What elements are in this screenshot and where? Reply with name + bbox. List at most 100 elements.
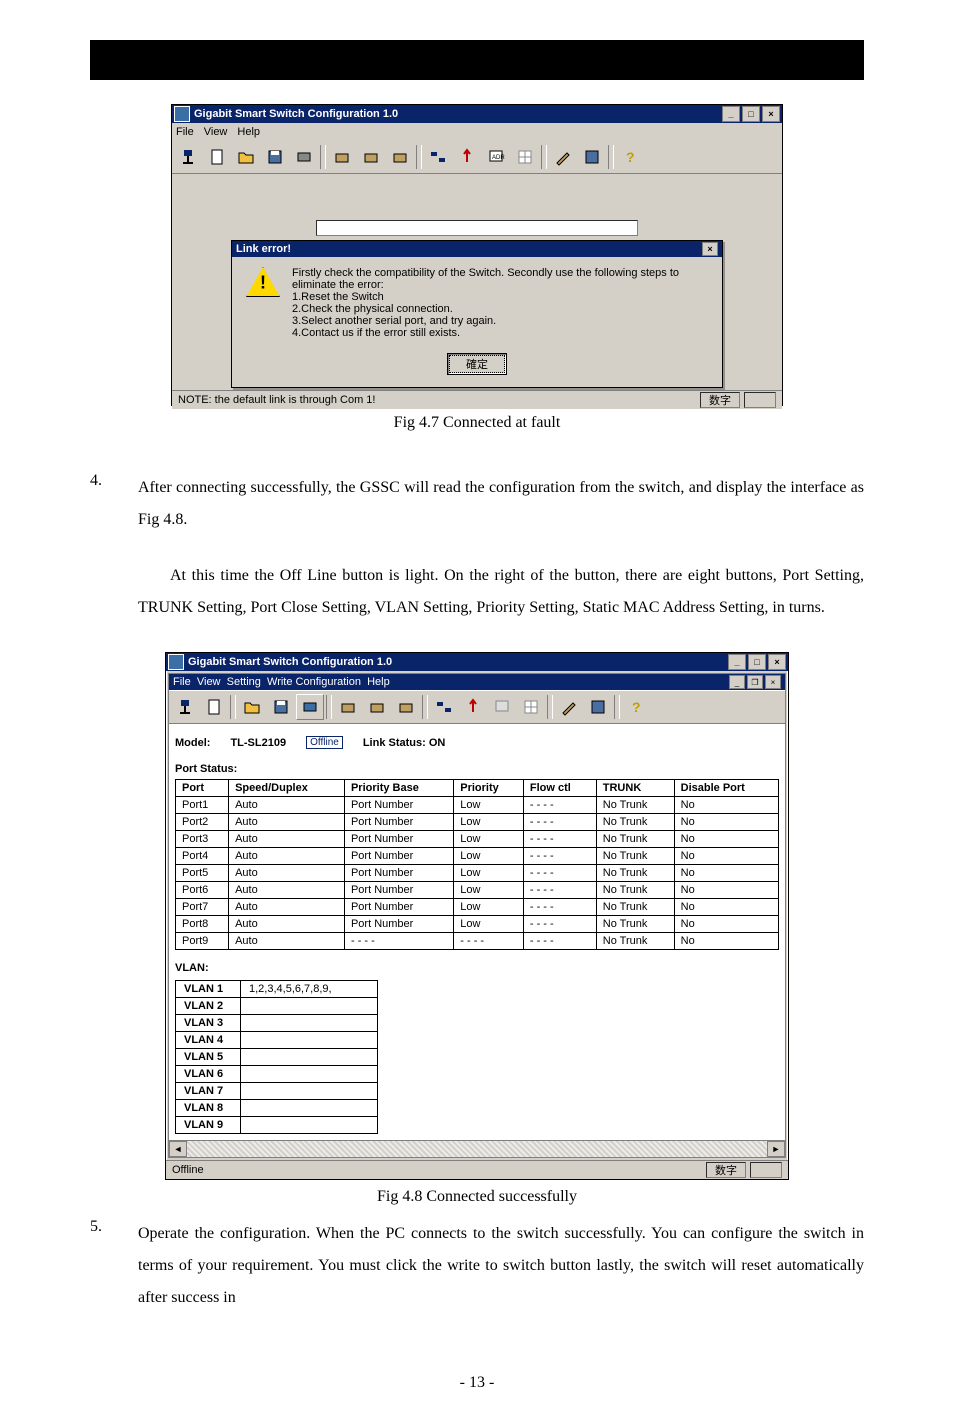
table-row[interactable]: VLAN 8: [176, 1100, 378, 1117]
toolbar-port-close-icon[interactable]: [386, 144, 414, 170]
dialog-titlebar[interactable]: Link error! ×: [232, 241, 722, 257]
scroll-left-icon[interactable]: ◄: [169, 1141, 187, 1157]
horizontal-scrollbar[interactable]: ◄ ►: [169, 1140, 785, 1157]
toolbar-trunk-setting-icon[interactable]: [357, 144, 385, 170]
minimize-button[interactable]: _: [722, 106, 740, 122]
child-restore-button[interactable]: ❐: [747, 675, 763, 689]
header-black-bar: [90, 40, 864, 80]
screenshot-connected-ok: Gigabit Smart Switch Configuration 1.0 _…: [165, 652, 789, 1180]
menu-help[interactable]: Help: [367, 676, 390, 688]
toolbar-new-icon[interactable]: [203, 144, 231, 170]
progress-bar: [316, 220, 638, 236]
toolbar-trunk-setting-icon[interactable]: [363, 694, 391, 720]
table-row[interactable]: VLAN 3: [176, 1015, 378, 1032]
window-title: Gigabit Smart Switch Configuration 1.0: [194, 108, 398, 120]
toolbar-wizard-icon[interactable]: [555, 694, 583, 720]
app-icon: [168, 654, 184, 670]
table-row[interactable]: Port4AutoPort NumberLow- - - -No TrunkNo: [176, 848, 779, 865]
toolbar-priority-icon[interactable]: [459, 694, 487, 720]
menu-file[interactable]: File: [173, 676, 191, 688]
status-bar: Offline 数字: [166, 1160, 788, 1179]
status-mode: 数字: [706, 1162, 746, 1178]
window-titlebar[interactable]: Gigabit Smart Switch Configuration 1.0 _…: [172, 105, 782, 123]
toolbar-priority-icon[interactable]: [453, 144, 481, 170]
toolbar-offline-button[interactable]: [296, 694, 324, 720]
window-titlebar[interactable]: Gigabit Smart Switch Configuration 1.0 _…: [166, 653, 788, 671]
status-bar: NOTE: the default link is through Com 1!…: [172, 390, 782, 409]
scroll-track[interactable]: [187, 1141, 767, 1157]
toolbar-write-icon[interactable]: [578, 144, 606, 170]
toolbar-save-icon[interactable]: [261, 144, 289, 170]
toolbar-offline-icon[interactable]: [290, 144, 318, 170]
menubar: File View Help: [172, 123, 782, 141]
status-note: NOTE: the default link is through Com 1!: [178, 394, 375, 406]
menu-file[interactable]: File: [176, 126, 194, 138]
child-minimize-button[interactable]: _: [729, 675, 745, 689]
link-status-label: Link Status:: [363, 737, 426, 749]
table-row[interactable]: Port5AutoPort NumberLow- - - -No TrunkNo: [176, 865, 779, 882]
table-row[interactable]: VLAN 2: [176, 998, 378, 1015]
status-grip: [750, 1162, 782, 1178]
app-icon: [174, 106, 190, 122]
toolbar-vlan-icon[interactable]: [424, 144, 452, 170]
toolbar-wizard-icon[interactable]: [549, 144, 577, 170]
table-row[interactable]: Port2AutoPort NumberLow- - - -No TrunkNo: [176, 814, 779, 831]
window-title: Gigabit Smart Switch Configuration 1.0: [188, 656, 392, 668]
toolbar-new-icon[interactable]: [200, 694, 228, 720]
toolbar-port-setting-icon[interactable]: [328, 144, 356, 170]
close-button[interactable]: ×: [768, 654, 786, 670]
menu-help[interactable]: Help: [237, 126, 260, 138]
toolbar-mac-icon[interactable]: ADR: [482, 144, 510, 170]
table-row[interactable]: VLAN 9: [176, 1117, 378, 1134]
port-status-table: PortSpeed/DuplexPriority BasePriorityFlo…: [175, 779, 779, 950]
toolbar-port-close-icon[interactable]: [392, 694, 420, 720]
screenshot-link-error: Gigabit Smart Switch Configuration 1.0 _…: [171, 104, 783, 406]
table-header: Port: [176, 780, 229, 797]
table-row[interactable]: VLAN 11,2,3,4,5,6,7,8,9,: [176, 981, 378, 998]
toolbar-mac-icon[interactable]: [488, 694, 516, 720]
toolbar-vlan-icon[interactable]: [430, 694, 458, 720]
menu-write-configuration[interactable]: Write Configuration: [267, 676, 361, 688]
toolbar-open-icon[interactable]: [238, 694, 266, 720]
maximize-button[interactable]: □: [748, 654, 766, 670]
close-button[interactable]: ×: [762, 106, 780, 122]
maximize-button[interactable]: □: [742, 106, 760, 122]
model-value: TL-SL2109: [230, 737, 286, 749]
toolbar-open-icon[interactable]: [232, 144, 260, 170]
paragraph-step-4: After connecting successfully, the GSSC …: [138, 472, 864, 536]
dialog-ok-button[interactable]: 確定: [447, 353, 507, 375]
table-row[interactable]: Port9Auto- - - -- - - -- - - -No TrunkNo: [176, 933, 779, 950]
scroll-right-icon[interactable]: ►: [767, 1141, 785, 1157]
toolbar-connect-icon[interactable]: [174, 144, 202, 170]
table-row[interactable]: Port8AutoPort NumberLow- - - -No TrunkNo: [176, 916, 779, 933]
table-row[interactable]: Port3AutoPort NumberLow- - - -No TrunkNo: [176, 831, 779, 848]
table-row[interactable]: Port6AutoPort NumberLow- - - -No TrunkNo: [176, 882, 779, 899]
table-row[interactable]: VLAN 7: [176, 1083, 378, 1100]
dialog-message: Firstly check the compatibility of the S…: [292, 267, 708, 339]
minimize-button[interactable]: _: [728, 654, 746, 670]
child-close-button[interactable]: ×: [765, 675, 781, 689]
table-row[interactable]: VLAN 6: [176, 1066, 378, 1083]
table-row[interactable]: VLAN 4: [176, 1032, 378, 1049]
toolbar-help-icon[interactable]: ?: [622, 694, 650, 720]
toolbar-write-icon[interactable]: [584, 694, 612, 720]
status-mode: 数字: [700, 392, 740, 408]
child-window-titlebar[interactable]: File View Setting Write Configuration He…: [169, 674, 785, 690]
dialog-close-button[interactable]: ×: [702, 242, 718, 256]
table-row[interactable]: Port1AutoPort NumberLow- - - -No TrunkNo: [176, 797, 779, 814]
toolbar-table-icon[interactable]: [517, 694, 545, 720]
table-row[interactable]: Port7AutoPort NumberLow- - - -No TrunkNo: [176, 899, 779, 916]
menu-view[interactable]: View: [197, 676, 221, 688]
menu-setting[interactable]: Setting: [227, 676, 261, 688]
toolbar-port-setting-icon[interactable]: [334, 694, 362, 720]
content-area: Model: TL-SL2109 Offline Link Status: ON…: [169, 724, 785, 1140]
vlan-table: VLAN 11,2,3,4,5,6,7,8,9,VLAN 2VLAN 3VLAN…: [175, 980, 378, 1134]
menu-view[interactable]: View: [204, 126, 228, 138]
table-header: Disable Port: [674, 780, 778, 797]
toolbar-save-icon[interactable]: [267, 694, 295, 720]
toolbar-connect-icon[interactable]: [171, 694, 199, 720]
toolbar: ?: [169, 690, 785, 724]
toolbar-table-icon[interactable]: [511, 144, 539, 170]
table-row[interactable]: VLAN 5: [176, 1049, 378, 1066]
toolbar-help-icon[interactable]: ?: [616, 144, 644, 170]
